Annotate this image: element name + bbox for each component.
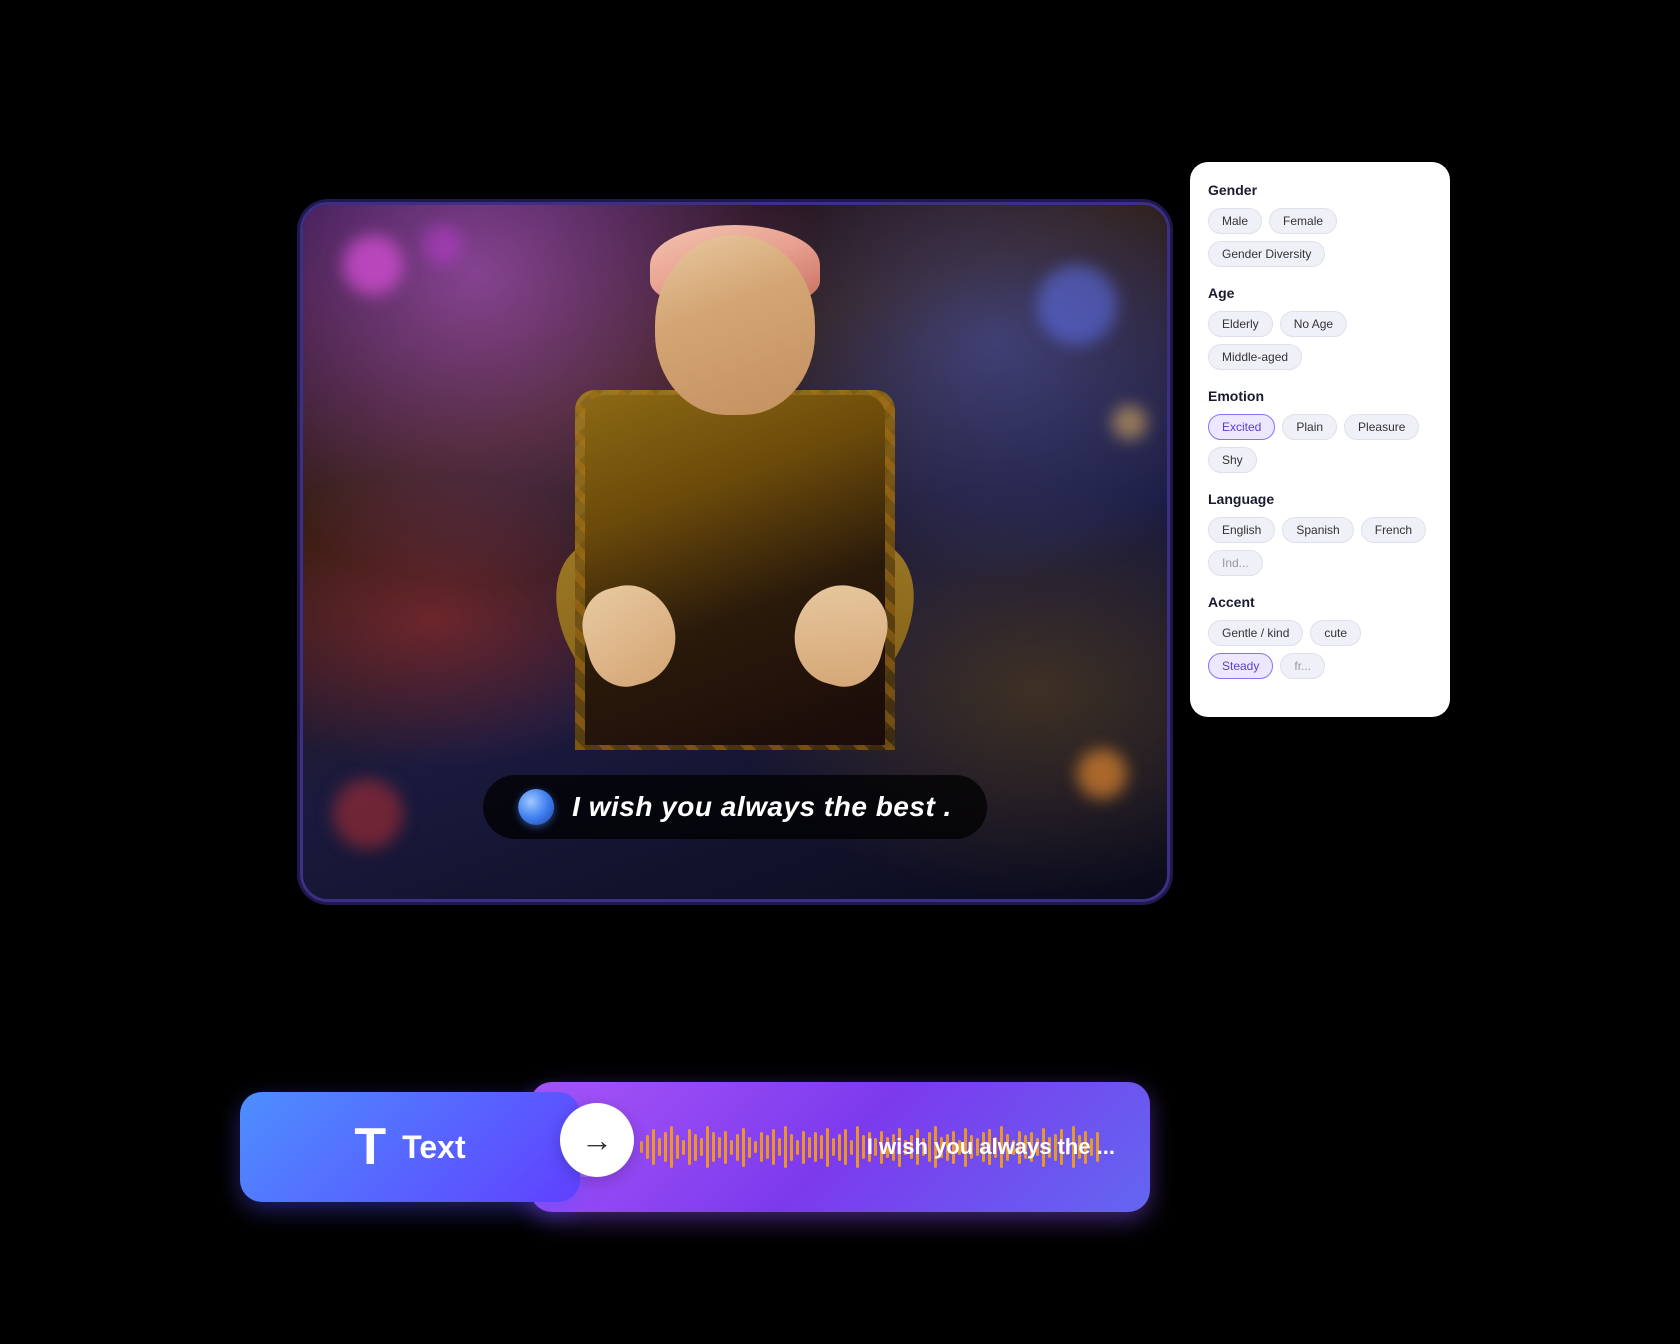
- filter-section-emotion: Emotion Excited Plain Pleasure Shy: [1208, 388, 1432, 473]
- filter-section-title-accent: Accent: [1208, 594, 1432, 610]
- filter-tag-french[interactable]: French: [1361, 517, 1426, 543]
- filter-tag-middle-aged[interactable]: Middle-aged: [1208, 344, 1302, 370]
- filter-tag-pleasure[interactable]: Pleasure: [1344, 414, 1419, 440]
- head: [655, 235, 815, 415]
- filter-tag-cute[interactable]: cute: [1310, 620, 1361, 646]
- filter-tag-no-age[interactable]: No Age: [1280, 311, 1347, 337]
- torso: [585, 395, 885, 745]
- text-input-card[interactable]: T Text: [240, 1092, 580, 1202]
- filter-tags-emotion: Excited Plain Pleasure Shy: [1208, 414, 1432, 473]
- main-scene: I wish you always the best . Gender Male…: [240, 122, 1440, 1222]
- filter-tag-gender-diversity[interactable]: Gender Diversity: [1208, 241, 1325, 267]
- filter-tag-spanish[interactable]: Spanish: [1282, 517, 1353, 543]
- subtitle-dot: [518, 789, 554, 825]
- subtitle-bar: I wish you always the best .: [483, 775, 987, 839]
- filter-section-title-emotion: Emotion: [1208, 388, 1432, 404]
- filter-tags-language: English Spanish French Ind...: [1208, 517, 1432, 576]
- text-label: Text: [402, 1129, 465, 1166]
- filter-section-title-language: Language: [1208, 491, 1432, 507]
- filter-section-accent: Accent Gentle / kind cute Steady fr...: [1208, 594, 1432, 679]
- filter-tag-male[interactable]: Male: [1208, 208, 1262, 234]
- video-background: I wish you always the best .: [303, 205, 1167, 899]
- text-icon: T: [354, 1121, 386, 1173]
- filter-tag-female[interactable]: Female: [1269, 208, 1337, 234]
- bokeh-light-1: [343, 235, 403, 295]
- audio-text: I wish you always the ...: [867, 1134, 1125, 1160]
- filter-tag-steady[interactable]: Steady: [1208, 653, 1273, 679]
- filter-section-language: Language English Spanish French Ind...: [1208, 491, 1432, 576]
- filter-tags-accent: Gentle / kind cute Steady fr...: [1208, 620, 1432, 679]
- person-figure: [505, 235, 965, 855]
- filter-tag-elderly[interactable]: Elderly: [1208, 311, 1273, 337]
- filter-tags-gender: Male Female Gender Diversity: [1208, 208, 1432, 267]
- filter-tag-fr[interactable]: fr...: [1280, 653, 1325, 679]
- bokeh-light-5: [333, 779, 403, 849]
- bokeh-light-6: [1112, 405, 1147, 440]
- filter-panel: Gender Male Female Gender Diversity Age …: [1190, 162, 1450, 717]
- audio-content: I wish you always the ...: [555, 1117, 1125, 1177]
- subtitle-text: I wish you always the best .: [572, 791, 952, 823]
- filter-tag-excited[interactable]: Excited: [1208, 414, 1275, 440]
- filter-tag-plain[interactable]: Plain: [1282, 414, 1337, 440]
- bokeh-light-4: [1077, 749, 1127, 799]
- filter-tag-gentle-kind[interactable]: Gentle / kind: [1208, 620, 1303, 646]
- video-card: I wish you always the best .: [300, 202, 1170, 902]
- filter-section-age: Age Elderly No Age Middle-aged: [1208, 285, 1432, 370]
- filter-tag-ind[interactable]: Ind...: [1208, 550, 1263, 576]
- filter-section-gender: Gender Male Female Gender Diversity: [1208, 182, 1432, 267]
- filter-tag-shy[interactable]: Shy: [1208, 447, 1257, 473]
- filter-section-title-gender: Gender: [1208, 182, 1432, 198]
- arrow-right-icon: →: [581, 1122, 613, 1159]
- arrow-button[interactable]: →: [560, 1103, 634, 1177]
- bokeh-light-2: [423, 225, 463, 265]
- filter-section-title-age: Age: [1208, 285, 1432, 301]
- bokeh-light-3: [1037, 265, 1117, 345]
- filter-tag-english[interactable]: English: [1208, 517, 1275, 543]
- filter-tags-age: Elderly No Age Middle-aged: [1208, 311, 1432, 370]
